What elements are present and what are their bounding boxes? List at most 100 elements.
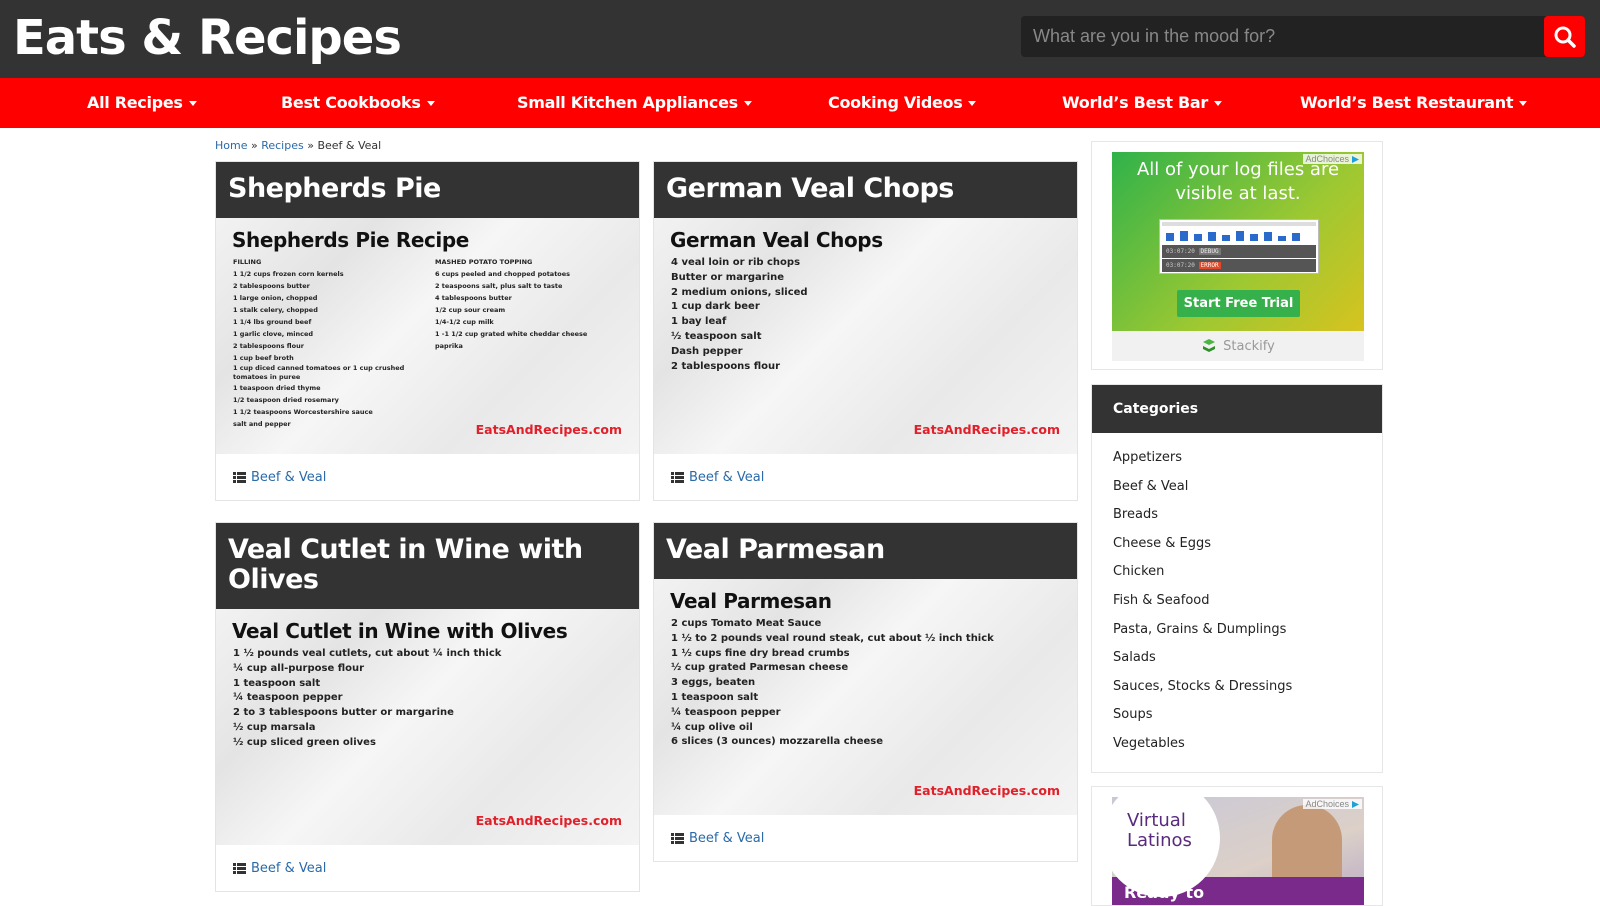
breadcrumb-home[interactable]: Home (215, 139, 247, 152)
nav-label: All Recipes (87, 93, 183, 112)
recipe-card-title[interactable]: Veal Parmesan (654, 523, 1077, 579)
ingredient: 1 ½ cups fine dry bread crumbs (671, 647, 850, 659)
recipe-category-link[interactable]: Beef & Veal (251, 861, 326, 876)
ingredient: 1/2 cup sour cream (435, 306, 506, 314)
recipe-card-image[interactable]: Veal Parmesan 2 cups Tomato Meat Sauce 1… (654, 579, 1077, 815)
image-title: Veal Cutlet in Wine with Olives (232, 619, 568, 643)
site-logo[interactable]: Eats & Recipes (13, 6, 402, 70)
stackify-logo-icon (1203, 339, 1216, 352)
category-link[interactable]: Cheese & Eggs (1113, 530, 1382, 559)
watermark: EatsAndRecipes.com (913, 783, 1060, 798)
recipe-category-link[interactable]: Beef & Veal (689, 831, 764, 846)
nav-all-recipes[interactable]: All Recipes (87, 78, 197, 128)
breadcrumb-separator: » (250, 139, 258, 152)
caret-down-icon (1519, 101, 1528, 106)
recipe-card-image[interactable]: German Veal Chops 4 veal loin or rib cho… (654, 218, 1077, 454)
category-link[interactable]: Soups (1113, 701, 1382, 730)
filling-list: FILLING 1 1/2 cups frozen corn kernels 2… (233, 256, 404, 430)
topping-list: MASHED POTATO TOPPING 6 cups peeled and … (435, 256, 587, 352)
ingredient: 3 eggs, beaten (671, 677, 756, 689)
ingredient: 2 teaspoons salt, plus salt to taste (435, 282, 563, 290)
ingredient: 2 to 3 tablespoons butter or margarine (233, 707, 454, 719)
ingredient: 1 teaspoon dried thyme (233, 384, 321, 392)
ad-footer: Stackify (1112, 331, 1364, 361)
list-icon (671, 832, 684, 844)
adchoices-badge[interactable]: AdChoices (1303, 799, 1362, 809)
ad-banner[interactable]: AdChoices All of your log files are visi… (1112, 152, 1364, 361)
category-link[interactable]: Breads (1113, 501, 1382, 530)
log-level-debug: DEBUG (1198, 248, 1221, 255)
ingredient: ¼ teaspoon pepper (233, 692, 343, 704)
ingredient: 1 1/2 cups frozen corn kernels (233, 270, 344, 278)
ingredient: 1 bay leaf (671, 316, 727, 328)
nav-label: Best Cookbooks (281, 93, 421, 112)
nav-best-cookbooks[interactable]: Best Cookbooks (281, 78, 435, 128)
start-free-trial-button[interactable]: Start Free Trial (1177, 290, 1300, 317)
category-link[interactable]: Pasta, Grains & Dumplings (1113, 616, 1382, 645)
top-header: Eats & Recipes (0, 0, 1600, 78)
ingredient: 2 tablespoons butter (233, 282, 310, 290)
ingredient: ¼ cup all-purpose flour (233, 662, 365, 674)
recipe-card-title[interactable]: Shepherds Pie (216, 162, 639, 218)
log-time: 03:07:20 (1166, 248, 1195, 255)
ingredient: 1/4-1/2 cup milk (435, 318, 494, 326)
recipe-card-footer: Beef & Veal (216, 454, 639, 500)
recipe-card-title[interactable]: Veal Cutlet in Wine with Olives (216, 523, 639, 609)
recipe-category-link[interactable]: Beef & Veal (689, 470, 764, 485)
ingredient: 2 cups Tomato Meat Sauce (671, 618, 822, 629)
ingredient: 1 garlic clove, minced (233, 330, 314, 338)
caret-down-icon (968, 101, 977, 106)
category-link[interactable]: Sauces, Stocks & Dressings (1113, 673, 1382, 702)
caret-down-icon (188, 101, 197, 106)
breadcrumb: Home » Recipes » Beef & Veal (215, 139, 381, 152)
ad-brand-line: Latinos (1127, 830, 1192, 851)
caret-down-icon (1213, 101, 1222, 106)
ingredient: 6 cups peeled and chopped potatoes (435, 270, 571, 278)
ingredient-list: 1 ½ pounds veal cutlets, cut about ¼ inc… (233, 647, 501, 751)
breadcrumb-current: Beef & Veal (317, 139, 382, 152)
nav-worlds-best-bar[interactable]: World’s Best Bar (1062, 78, 1222, 128)
ad-banner[interactable]: Virtual Latinos Ready to AdChoices (1112, 797, 1364, 905)
ingredient: 1 ½ to 2 pounds veal round steak, cut ab… (671, 632, 994, 644)
search-input[interactable] (1021, 16, 1541, 57)
bar-chart-icon (1166, 231, 1300, 241)
ingredient: ½ cup grated Parmesan cheese (671, 662, 849, 674)
ingredient: 1 cup beef broth (233, 354, 294, 362)
ingredient: tomatoes in puree (233, 373, 301, 381)
nav-small-kitchen-appliances[interactable]: Small Kitchen Appliances (517, 78, 752, 128)
ingredient: 1 cup diced canned tomatoes or 1 cup cru… (233, 364, 405, 372)
image-title: Shepherds Pie Recipe (232, 228, 469, 252)
ingredient: 1 cup dark beer (671, 301, 760, 313)
category-link[interactable]: Fish & Seafood (1113, 587, 1382, 616)
topping-heading: MASHED POTATO TOPPING (435, 258, 533, 266)
nav-worlds-best-restaurant[interactable]: World’s Best Restaurant (1300, 78, 1528, 128)
recipe-card-image[interactable]: Veal Cutlet in Wine with Olives 1 ½ poun… (216, 609, 639, 845)
nav-label: World’s Best Bar (1062, 93, 1208, 112)
ingredient: paprika (435, 342, 463, 350)
ingredient: ¼ teaspoon pepper (671, 706, 781, 718)
nav-cooking-videos[interactable]: Cooking Videos (828, 78, 977, 128)
recipe-card-veal-parmesan: Veal Parmesan Veal Parmesan 2 cups Tomat… (653, 522, 1078, 862)
category-link[interactable]: Appetizers (1113, 444, 1382, 473)
ingredient: salt and pepper (233, 420, 291, 428)
recipe-category-link[interactable]: Beef & Veal (251, 470, 326, 485)
breadcrumb-recipes[interactable]: Recipes (261, 139, 304, 152)
recipe-card-title[interactable]: German Veal Chops (654, 162, 1077, 218)
log-time: 03:07:20 (1166, 262, 1195, 269)
ingredient: ½ cup marsala (233, 721, 316, 733)
category-link[interactable]: Salads (1113, 644, 1382, 673)
ingredient: 4 veal loin or rib chops (671, 257, 801, 268)
nav-label: World’s Best Restaurant (1300, 93, 1514, 112)
recipe-card-image[interactable]: Shepherds Pie Recipe FILLING 1 1/2 cups … (216, 218, 639, 454)
category-link[interactable]: Chicken (1113, 558, 1382, 587)
category-link[interactable]: Vegetables (1113, 730, 1382, 759)
ad-headline: All of your log files are visible at las… (1136, 159, 1340, 204)
main-nav: All Recipes Best Cookbooks Small Kitchen… (0, 78, 1600, 128)
nav-label: Small Kitchen Appliances (517, 93, 738, 112)
ingredient: 4 tablespoons butter (435, 294, 512, 302)
search-button[interactable] (1544, 16, 1585, 57)
sidebar-ad-virtual-latinos: Virtual Latinos Ready to AdChoices (1091, 786, 1383, 906)
category-link[interactable]: Beef & Veal (1113, 473, 1382, 502)
caret-down-icon (743, 101, 752, 106)
list-icon (671, 471, 684, 483)
